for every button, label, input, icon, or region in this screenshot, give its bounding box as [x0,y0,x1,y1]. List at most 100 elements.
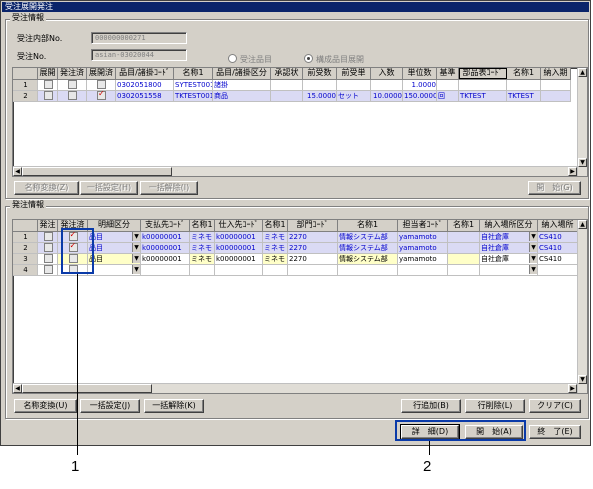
detail-type-dropdown[interactable]: 品目 ▼ [88,232,141,243]
bom-code-cell[interactable] [459,80,507,91]
dropdown-arrow-icon[interactable]: ▼ [132,265,140,274]
staff-name-cell[interactable] [448,232,480,243]
scroll-down-icon[interactable]: ▼ [578,375,587,384]
detail-type-dropdown[interactable]: 品目 ▼ [88,243,141,254]
col-header-dept-name[interactable]: 名称1 [338,220,398,231]
col-header-prepaid-qty[interactable]: 前受数 [303,68,337,79]
payee-code-cell[interactable]: k00000001 [141,232,190,243]
approval-cell[interactable] [271,80,303,91]
staff-name-cell[interactable] [448,265,480,276]
col-header-staff-name[interactable]: 名称1 [448,220,480,231]
scroll-right-icon[interactable]: ▶ [568,167,577,176]
exit-button[interactable]: 終 了(E) [529,425,581,439]
dropdown-arrow-icon[interactable]: ▼ [132,232,140,241]
pack-cell[interactable]: 10.0000 [371,91,403,102]
order-row-2[interactable]: 2 0302051558 TKTEST001 商品 15.0000 セット 10… [13,91,571,102]
col-header-supplier-name[interactable]: 名称1 [263,220,288,231]
payee-code-cell[interactable] [141,265,190,276]
row-add-button[interactable]: 行追加(B) [401,399,461,413]
purchase-bulk-set-button[interactable]: 一括設定(J) [80,399,140,413]
order-grid-vscroll[interactable]: ▲ ▼ [577,68,587,176]
order-checkbox[interactable] [38,254,58,265]
col-header-pack-qty[interactable]: 入数 [371,68,403,79]
qty-cell[interactable] [303,80,337,91]
bom-code-cell[interactable]: TKTEST [459,91,507,102]
unit-qty-cell[interactable]: 150.0000 [403,91,437,102]
item-code-cell[interactable]: 0302051558 [116,91,174,102]
order-bulk-set-button[interactable]: 一括設定(H) [80,181,138,195]
dept-code-cell[interactable] [288,265,338,276]
col-header-place[interactable]: 納入場所 [538,220,578,231]
supplier-name-cell[interactable]: ミネモ [263,232,288,243]
purchase-bulk-clear-button[interactable]: 一括解除(K) [144,399,204,413]
scroll-left-icon[interactable]: ◀ [13,384,22,393]
col-header-detail-type[interactable]: 明細区分 [88,220,141,231]
col-header-payee-name[interactable]: 名称1 [190,220,215,231]
col-header-expand[interactable]: 展開 [38,68,58,79]
scroll-right-icon[interactable]: ▶ [568,384,577,393]
clear-button[interactable]: クリア(C) [529,399,581,413]
delivery-cell[interactable] [541,91,571,102]
purchase-name-convert-button[interactable]: 名称変換(U) [14,399,77,413]
order-grid-hscroll[interactable]: ◀ ▶ [13,166,577,176]
payee-name-cell[interactable]: ミネモ [190,232,215,243]
place-type-dropdown[interactable]: 自社倉庫 ▼ [480,232,538,243]
dept-code-cell[interactable]: 2270 [288,254,338,265]
supplier-code-cell[interactable]: k00000001 [215,232,263,243]
payee-name-cell[interactable]: ミネモ [190,243,215,254]
dept-name-cell[interactable] [338,265,398,276]
place-type-dropdown[interactable]: ▼ [480,265,538,276]
col-header-standard[interactable]: 基準 [437,68,459,79]
col-header-payee-code[interactable]: 支払先ｺｰﾄﾞ [141,220,190,231]
dropdown-arrow-icon[interactable]: ▼ [529,232,537,241]
col-header-supplier-code[interactable]: 仕入先ｺｰﾄﾞ [215,220,263,231]
purchase-grid-vscroll[interactable]: ▲ ▼ [577,220,587,393]
col-header-order[interactable]: 発注 [38,220,58,231]
col-header-item-category[interactable]: 品目/諸掛区分 [213,68,271,79]
radio-order-item[interactable]: 受注品目 [228,54,272,65]
place-type-dropdown[interactable]: 自社倉庫 ▼ [480,243,538,254]
name1-cell[interactable]: TKTEST001 [174,91,213,102]
scroll-left-icon[interactable]: ◀ [13,167,22,176]
order-bulk-clear-button[interactable]: 一括解除(I) [140,181,198,195]
place-type-dropdown[interactable]: 自社倉庫 ▼ [480,254,538,265]
unit-cell[interactable] [337,80,371,91]
unit-cell[interactable]: セット [337,91,371,102]
dropdown-arrow-icon[interactable]: ▼ [132,254,140,263]
staff-code-cell[interactable]: yamamoto [398,243,448,254]
scroll-thumb[interactable] [22,384,152,393]
dept-code-cell[interactable]: 2270 [288,243,338,254]
dept-name-cell[interactable]: 情報システム部 [338,232,398,243]
delivery-cell[interactable] [541,80,571,91]
unit-qty-cell[interactable]: 1.0000 [403,80,437,91]
staff-code-cell[interactable]: yamamoto [398,232,448,243]
radio-component-expand[interactable]: 構成品目展開 [304,54,364,65]
col-header-approval[interactable]: 承認状 [271,68,303,79]
purchase-row-2[interactable]: 2 品目▼ k00000001 ミネモ k00000001 ミネモ 2270 情… [13,243,578,254]
category-cell[interactable]: 商品 [213,91,271,102]
order-row-1[interactable]: 1 0302051800 SYTEST001 諸掛 1.0000 [13,80,571,91]
purchase-grid-hscroll[interactable]: ◀ ▶ [13,383,577,393]
scroll-down-icon[interactable]: ▼ [578,158,587,167]
payee-code-cell[interactable]: k00000001 [141,243,190,254]
expand-checkbox[interactable] [38,80,58,91]
col-header-delivery[interactable]: 納入期 [541,68,571,79]
order-name-convert-button[interactable]: 名称変換(Z) [14,181,79,195]
supplier-code-cell[interactable] [215,265,263,276]
standard-cell[interactable]: 回 [437,91,459,102]
payee-code-cell[interactable]: k00000001 [141,254,190,265]
name1-cell[interactable]: SYTEST001 [174,80,213,91]
staff-code-cell[interactable] [398,265,448,276]
dropdown-arrow-icon[interactable]: ▼ [529,265,537,274]
scroll-up-icon[interactable]: ▲ [578,220,587,229]
order-checkbox[interactable] [38,243,58,254]
col-header-bom-code[interactable]: 部品表ｺｰﾄﾞ [459,68,507,79]
item-code-cell[interactable]: 0302051800 [116,80,174,91]
purchase-row-4[interactable]: 4 ▼ ▼ [13,265,578,276]
staff-code-cell[interactable]: yamamoto [398,254,448,265]
place-cell[interactable]: CS410 [538,243,578,254]
place-cell[interactable] [538,265,578,276]
payee-name-cell[interactable]: ミネモ [190,254,215,265]
col-header-prepaid-unit[interactable]: 前受単 [337,68,371,79]
order-open-button[interactable]: 開 始(G) [528,181,581,195]
